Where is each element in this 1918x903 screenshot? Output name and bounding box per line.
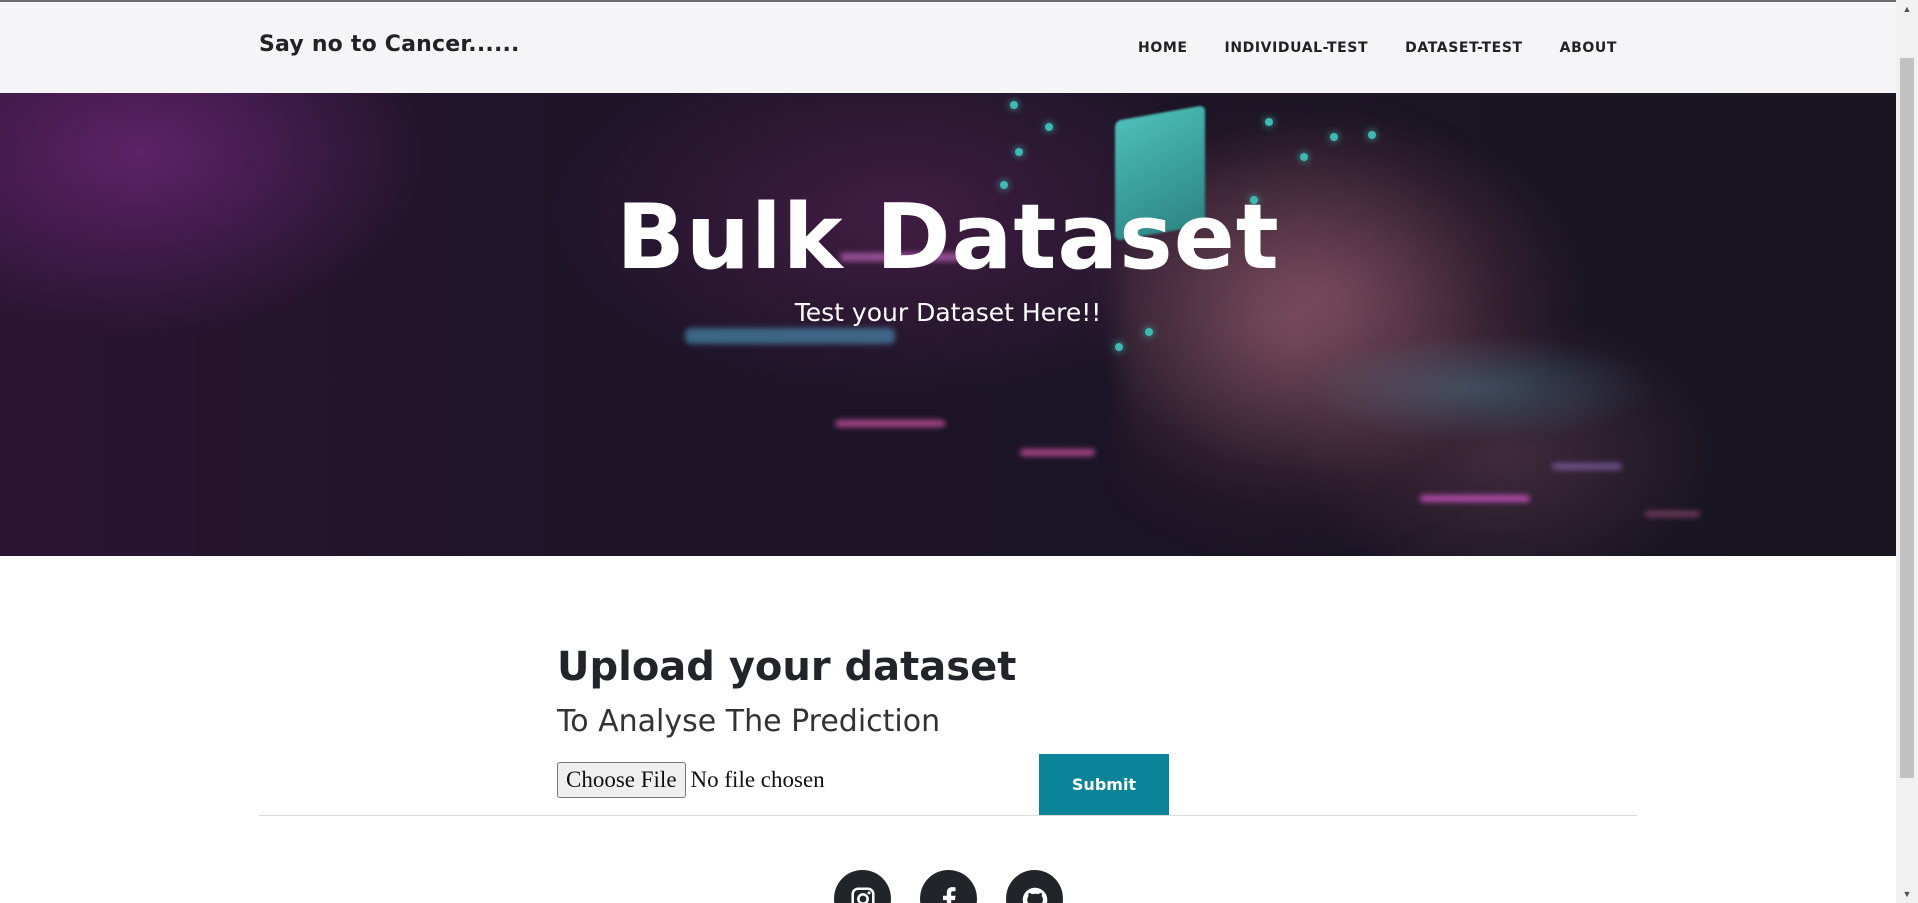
hero-network-node	[1300, 153, 1308, 161]
viewport: Say no to Cancer...... HOME INDIVIDUAL-T…	[0, 0, 1896, 903]
social-links	[834, 870, 1063, 903]
file-status-text: No file chosen	[690, 767, 825, 792]
hero-glow-line	[1645, 511, 1700, 517]
nav-link-about[interactable]: ABOUT	[1560, 40, 1617, 56]
hero-glow-line	[685, 328, 895, 344]
hero-network-node	[1145, 328, 1153, 336]
github-link[interactable]	[1006, 870, 1063, 903]
file-input[interactable]: Choose File No file chosen	[557, 762, 825, 798]
nav-link-home[interactable]: HOME	[1138, 40, 1188, 56]
page: Say no to Cancer...... HOME INDIVIDUAL-T…	[0, 0, 1918, 903]
instagram-icon	[850, 887, 875, 903]
vertical-scrollbar[interactable]: ▲ ▼	[1896, 0, 1918, 903]
hero-glow-line	[835, 420, 945, 427]
scroll-down-arrow-icon[interactable]: ▼	[1896, 885, 1918, 903]
hero-glow-line	[1020, 449, 1095, 456]
nav-link-dataset-test[interactable]: DATASET-TEST	[1405, 40, 1523, 56]
upload-subtitle: To Analyse The Prediction	[557, 704, 941, 739]
github-icon	[1022, 887, 1047, 903]
facebook-link[interactable]	[920, 870, 977, 903]
hero-title: Bulk Dataset	[616, 185, 1280, 290]
hero-subtitle: Test your Dataset Here!!	[794, 298, 1102, 327]
hero-network-node	[1015, 148, 1023, 156]
hero-network-node	[1010, 101, 1018, 109]
hero-network-node	[1115, 343, 1123, 351]
scroll-up-arrow-icon[interactable]: ▲	[1896, 0, 1918, 18]
hero-network-node	[1330, 133, 1338, 141]
hero-banner: Bulk Dataset Test your Dataset Here!!	[0, 93, 1896, 556]
hero-glow-line	[1552, 463, 1622, 470]
upload-title: Upload your dataset	[557, 644, 1017, 690]
nav-link-individual-test[interactable]: INDIVIDUAL-TEST	[1225, 40, 1369, 56]
instagram-link[interactable]	[834, 870, 891, 903]
navbar: Say no to Cancer...... HOME INDIVIDUAL-T…	[0, 0, 1896, 93]
submit-button[interactable]: Submit	[1039, 754, 1169, 815]
hero-network-node	[1045, 123, 1053, 131]
hero-glow-line	[1300, 333, 1660, 443]
choose-file-button[interactable]: Choose File	[557, 762, 686, 798]
hero-network-node	[1265, 118, 1273, 126]
scroll-thumb[interactable]	[1900, 58, 1914, 778]
facebook-icon	[942, 887, 955, 903]
hero-network-node	[1368, 131, 1376, 139]
hero-glow-line	[1420, 495, 1530, 502]
brand-logo[interactable]: Say no to Cancer......	[259, 32, 520, 57]
footer-divider	[259, 815, 1637, 816]
nav-links: HOME INDIVIDUAL-TEST DATASET-TEST ABOUT	[1138, 40, 1617, 56]
